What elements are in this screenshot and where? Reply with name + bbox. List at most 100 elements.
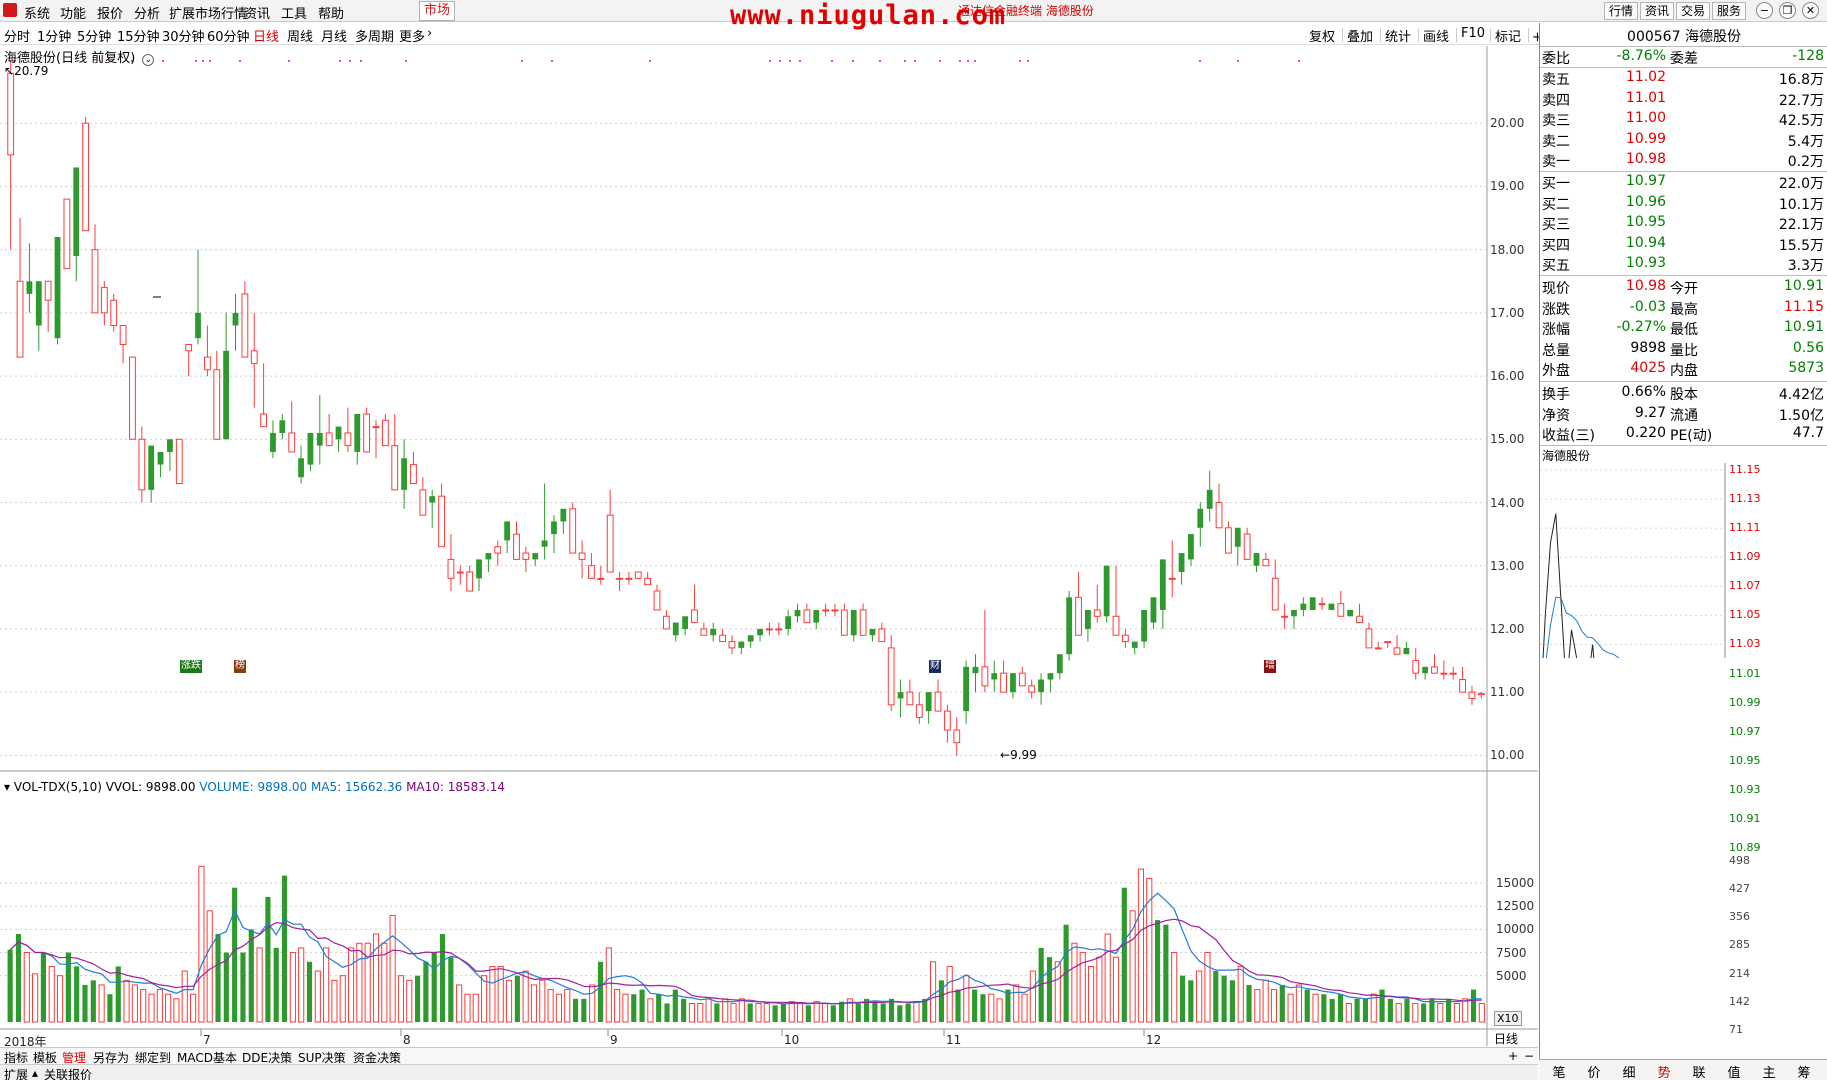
volume-bar	[406, 979, 413, 1023]
candle-body	[91, 249, 99, 314]
period-weekly[interactable]: 周线	[287, 26, 313, 45]
top-tab-quotes[interactable]: 行情	[1604, 2, 1638, 20]
plus-icon[interactable]: +	[1508, 1049, 1518, 1063]
quote-tab[interactable]: 联	[1685, 1062, 1713, 1080]
tool-adjust[interactable]: 复权	[1309, 26, 1335, 45]
mini-price-label: 10.91	[1729, 811, 1761, 825]
date-tick-label: 7	[203, 1033, 211, 1047]
volume-bar	[755, 1002, 762, 1023]
candle-body	[1300, 603, 1307, 610]
quote-tab[interactable]: 筹	[1790, 1062, 1818, 1080]
candle-body	[1422, 666, 1429, 674]
event-dot	[360, 60, 362, 62]
top-tab-news[interactable]: 资讯	[1640, 2, 1674, 20]
quote-tab[interactable]: 值	[1720, 1062, 1748, 1080]
period-more[interactable]: 更多	[399, 26, 425, 45]
tool-mark[interactable]: 标记	[1495, 26, 1521, 45]
period-1min[interactable]: 1分钟	[37, 26, 71, 45]
candle-body	[167, 439, 173, 452]
volume-bar	[880, 1003, 886, 1022]
quote-tab[interactable]: 价	[1580, 1062, 1608, 1080]
restore-icon[interactable]: ❐	[1779, 2, 1796, 19]
quote-tab[interactable]: 势	[1650, 1062, 1678, 1080]
tool-separator	[1456, 28, 1457, 42]
volume-tick-label: 15000	[1496, 876, 1535, 891]
price-tick-label: 13.00	[1490, 558, 1525, 573]
volume-bar	[972, 989, 978, 1022]
volume-bar	[256, 947, 263, 1023]
tool-separator	[1418, 28, 1419, 42]
candle-body	[391, 445, 399, 491]
period-30min[interactable]: 30分钟	[162, 26, 205, 45]
top-tab-service[interactable]: 服务	[1712, 2, 1746, 20]
tool-separator	[1528, 28, 1529, 42]
top-tab-trade[interactable]: 交易	[1676, 2, 1710, 20]
menu-analysis[interactable]: 分析	[134, 3, 160, 22]
menu-quote[interactable]: 报价	[97, 3, 123, 22]
tool-overlay[interactable]: 叠加	[1347, 26, 1373, 45]
volume-bar	[206, 910, 213, 1023]
minus-icon[interactable]: −	[1524, 1049, 1534, 1063]
intraday-mini-chart[interactable]	[1540, 23, 1827, 658]
candle-body	[1010, 673, 1016, 693]
event-dot	[1237, 60, 1239, 62]
period-60min[interactable]: 60分钟	[207, 26, 250, 45]
chevron-down-icon[interactable]: ⌄	[142, 54, 155, 66]
chevron-right-icon[interactable]: ›	[427, 26, 432, 41]
event-badge[interactable]: 增	[1264, 660, 1276, 673]
event-dot	[879, 60, 881, 62]
status-extend[interactable]: 扩展	[4, 1066, 28, 1080]
volume-bar	[955, 989, 961, 1022]
candle-body	[148, 445, 155, 490]
volume-bar	[431, 952, 437, 1022]
tool-draw-line[interactable]: 画线	[1423, 26, 1449, 45]
candle-body	[953, 729, 961, 744]
expand-icon[interactable]: ▴	[32, 1066, 38, 1080]
volume-bar	[181, 970, 188, 1023]
period-multi[interactable]: 多周期	[355, 26, 394, 45]
period-15min[interactable]: 15分钟	[117, 26, 160, 45]
menu-market-tab[interactable]: 市场	[419, 1, 455, 21]
candle-body	[840, 609, 848, 636]
candle-body	[429, 496, 436, 503]
kline-chart[interactable]	[0, 46, 1538, 1046]
chart-grid	[0, 46, 1538, 1046]
quote-panel-tabs: 笔价细势联值主筹	[1539, 1059, 1827, 1080]
candle-body	[1337, 603, 1345, 617]
candle-body	[419, 489, 427, 516]
tool-f10[interactable]: F10	[1461, 26, 1485, 41]
candle-body	[344, 432, 352, 447]
menu-tools[interactable]: 工具	[281, 3, 307, 22]
menu-extended-market[interactable]: 扩展市场行情	[169, 3, 247, 22]
menu-news[interactable]: 资讯	[244, 3, 270, 22]
period-5min[interactable]: 5分钟	[77, 26, 111, 45]
volume-bar	[813, 1001, 820, 1023]
event-badge[interactable]: 财	[929, 660, 941, 673]
candle-body	[82, 122, 90, 232]
period-monthly[interactable]: 月线	[321, 26, 347, 45]
quote-tab[interactable]: 细	[1615, 1062, 1643, 1080]
volume-bar	[273, 947, 279, 1022]
candle-body	[1206, 489, 1213, 509]
event-badge[interactable]: 榜	[234, 660, 246, 673]
candle-body	[803, 609, 811, 624]
collapse-icon[interactable]: ▾	[4, 780, 10, 794]
menu-function[interactable]: 功能	[60, 3, 86, 22]
period-daily[interactable]: 日线	[253, 26, 279, 45]
event-badge[interactable]: 涨跌	[180, 660, 202, 673]
tool-statistics[interactable]: 统计	[1385, 26, 1411, 45]
candle-body	[569, 508, 577, 554]
quote-tab[interactable]: 笔	[1545, 1062, 1573, 1080]
candle-body	[906, 691, 914, 706]
volume-bar	[1437, 1002, 1444, 1023]
menu-help[interactable]: 帮助	[318, 3, 344, 22]
status-linked-quote[interactable]: 关联报价	[44, 1066, 92, 1080]
menu-system[interactable]: 系统	[24, 3, 50, 22]
candle-body	[1262, 558, 1270, 567]
period-intraday[interactable]: 分时	[4, 26, 30, 45]
close-icon[interactable]: ✕	[1802, 2, 1819, 19]
quote-tab[interactable]: 主	[1755, 1062, 1783, 1080]
minimize-icon[interactable]: −	[1756, 2, 1773, 19]
vol-indicator-name[interactable]: VOL-TDX(5,10)	[14, 780, 102, 794]
candle-body	[710, 628, 717, 636]
